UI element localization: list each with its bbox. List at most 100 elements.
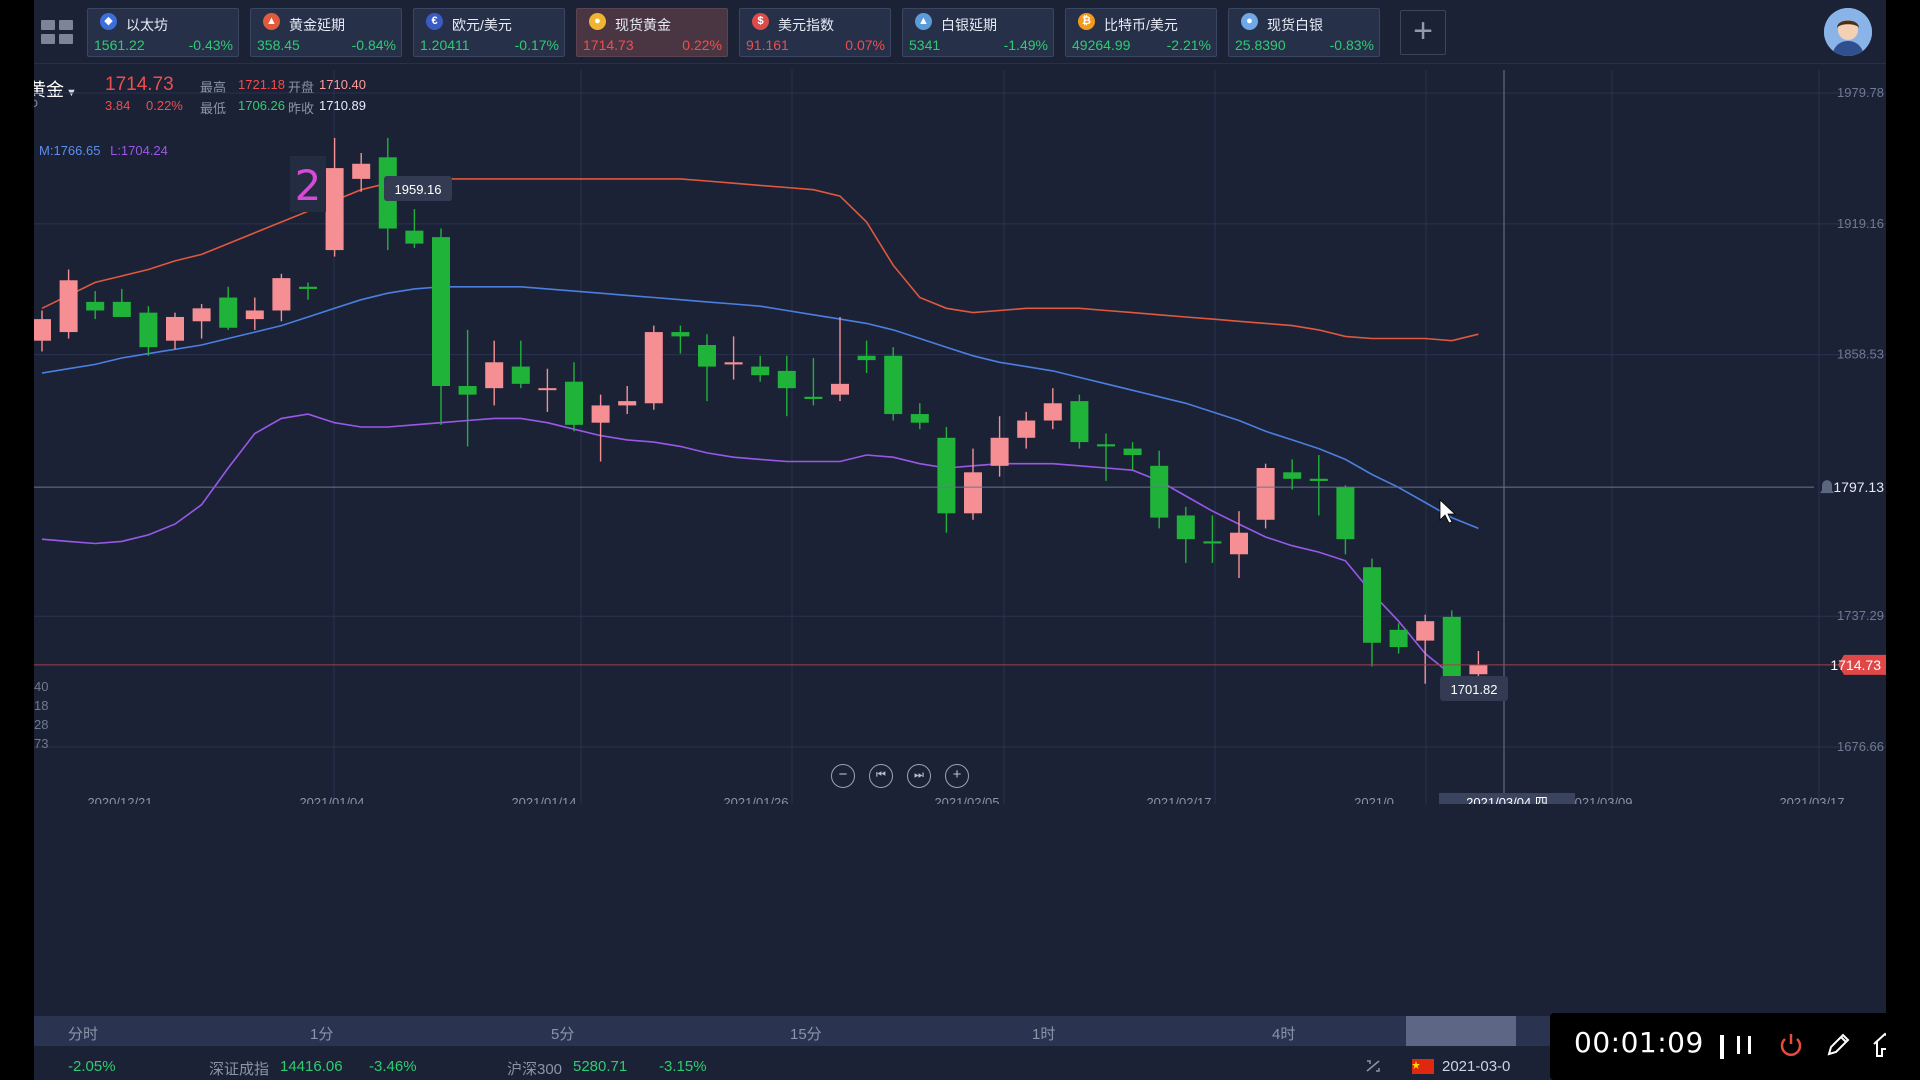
ticker-name: 欧元/美元 [452,17,512,33]
scroll-last-button[interactable]: ⏭ [907,764,931,788]
scroll-first-button[interactable]: ⏮ [869,764,893,788]
candle-body [1283,472,1302,479]
ticker-change: -2.21% [1166,37,1211,53]
annotate-button[interactable] [1822,1029,1854,1061]
app-window: ◆ 以太坊 1561.22 -0.43% ▲ 黄金延期 358.45 -0.84% € 欧元/美元… [0,0,1920,1080]
home-button[interactable] [1869,1029,1886,1061]
max-price-label: 1959.16 [395,182,442,197]
candle-body [1230,532,1248,555]
trading-screen: ◆ 以太坊 1561.22 -0.43% ▲ 黄金延期 358.45 -0.84% € 欧元/美元… [34,0,1886,1080]
candle-body [804,396,823,399]
index-change-szcz: -3.46% [369,1058,417,1075]
ticker-name: 美元指数 [778,17,834,33]
candle-body [1442,616,1461,678]
candle-body [511,366,530,384]
ticker-card[interactable]: € 欧元/美元 1.20411 -0.17% [413,8,565,57]
user-avatar-icon [1824,8,1872,56]
alarm-bell-icon[interactable] [1820,480,1834,494]
candle-body [485,362,504,389]
x-tick-label: 2021/03/17 [1779,795,1844,804]
ticker-card[interactable]: ● 现货黄金 1714.73 0.22% [576,8,728,57]
date-label: 2021-03-0 [1442,1058,1511,1075]
user-avatar[interactable] [1824,8,1872,56]
y-tick-label: 1676.66 [1837,739,1884,754]
ticker-card[interactable]: ▲ 黄金延期 358.45 -0.84% [250,8,402,57]
candle-body [432,237,450,387]
gold-coin-icon: ● [589,13,606,30]
candle-body [1070,401,1089,443]
zoom-in-button[interactable]: + [945,764,969,788]
index-value-hs300: 5280.71 [573,1058,628,1075]
left-axis-label: 28 [34,717,48,732]
stop-button[interactable] [1775,1029,1807,1061]
candle-body [1123,448,1142,456]
ticker-bar: ◆ 以太坊 1561.22 -0.43% ▲ 黄金延期 358.45 -0.84% € 欧元/美元… [34,0,1886,64]
candle-body [698,345,716,367]
tab-1hour[interactable]: 1时 [1032,1023,1055,1044]
candle-body [272,278,291,311]
zoom-out-button[interactable]: − [831,764,855,788]
recording-timer: 00:01:09 [1574,1026,1704,1059]
screen-recorder: 00:01:09 [1550,1013,1886,1080]
ticker-card[interactable]: ● 现货白银 25.8390 -0.83% [1228,8,1380,57]
candle-body [458,386,477,395]
candle-body [192,308,211,322]
x-tick-label: 2021/02/05 [934,795,999,804]
candle-body [937,437,956,514]
ticker-price: 91.161 [746,37,789,53]
candle-body [857,355,876,361]
us-flag-icon: $ [752,13,769,30]
tab-daily-active[interactable] [1406,1016,1516,1046]
y-tick-label: 1979.78 [1837,85,1884,100]
ticker-name: 黄金延期 [289,17,345,33]
tab-4hour[interactable]: 4时 [1272,1023,1295,1044]
last-price-tag: 1714.73 [1830,657,1881,673]
candle-body [325,168,344,251]
candle-body [964,472,982,514]
x-tick-label: 2020/12/21 [87,795,152,804]
candle-body [618,401,637,406]
candle-body [724,362,743,365]
tab-5min[interactable]: 5分 [551,1023,574,1044]
left-axis-label: 73 [34,736,48,751]
tab-timeshare[interactable]: 分时 [68,1023,98,1044]
y-tick-label: 1919.16 [1837,216,1884,231]
price-chart[interactable]: 1979.78 1919.16 1858.53 1737.29 1676.66 40 18 2… [34,64,1886,804]
menu-grid-icon[interactable] [36,12,73,52]
candle-body [1043,403,1062,421]
index-value-szcz: 14416.06 [280,1058,343,1075]
ticker-card[interactable]: $ 美元指数 91.161 0.07% [739,8,891,57]
ticker-card[interactable]: ▲ 白银延期 5341 -1.49% [902,8,1054,57]
timer-separator [1720,1035,1724,1059]
ticker-change: -1.49% [1003,37,1048,53]
gold-bar-icon: ▲ [263,13,280,30]
candle-body [245,310,264,320]
ethereum-icon: ◆ [100,13,117,30]
ticker-card[interactable]: ₿ 比特币/美元 49264.99 -2.21% [1065,8,1217,57]
pause-button[interactable] [1728,1029,1760,1061]
tab-15min[interactable]: 15分 [790,1023,822,1044]
silver-bar-icon: ▲ [915,13,932,30]
index-name-hs300[interactable]: 沪深300 [507,1058,562,1079]
refresh-icon[interactable] [1364,1058,1382,1074]
index-name-szcz[interactable]: 深证成指 [209,1058,269,1079]
ticker-change: 0.22% [682,37,722,53]
tab-1min[interactable]: 1分 [310,1023,333,1044]
x-tick-label: 2021/01/04 [299,795,364,804]
candle-body [86,301,105,311]
ticker-price: 25.8390 [1235,37,1286,53]
pencil-icon [1827,1033,1850,1056]
candle-body [671,332,690,337]
candle-body [1416,621,1435,641]
ticker-card[interactable]: ◆ 以太坊 1561.22 -0.43% [87,8,239,57]
ticker-price: 358.45 [257,37,300,53]
candle-body [299,286,317,289]
candle-body [1176,515,1195,540]
bitcoin-icon: ₿ [1078,13,1095,30]
ticker-change: -0.84% [351,37,396,53]
candle-body [166,316,184,341]
x-cursor-label: 2021/03/04 四 [1466,795,1548,804]
candle-body [59,280,78,333]
add-ticker-button[interactable]: + [1400,10,1446,55]
candle-body [1203,541,1222,544]
